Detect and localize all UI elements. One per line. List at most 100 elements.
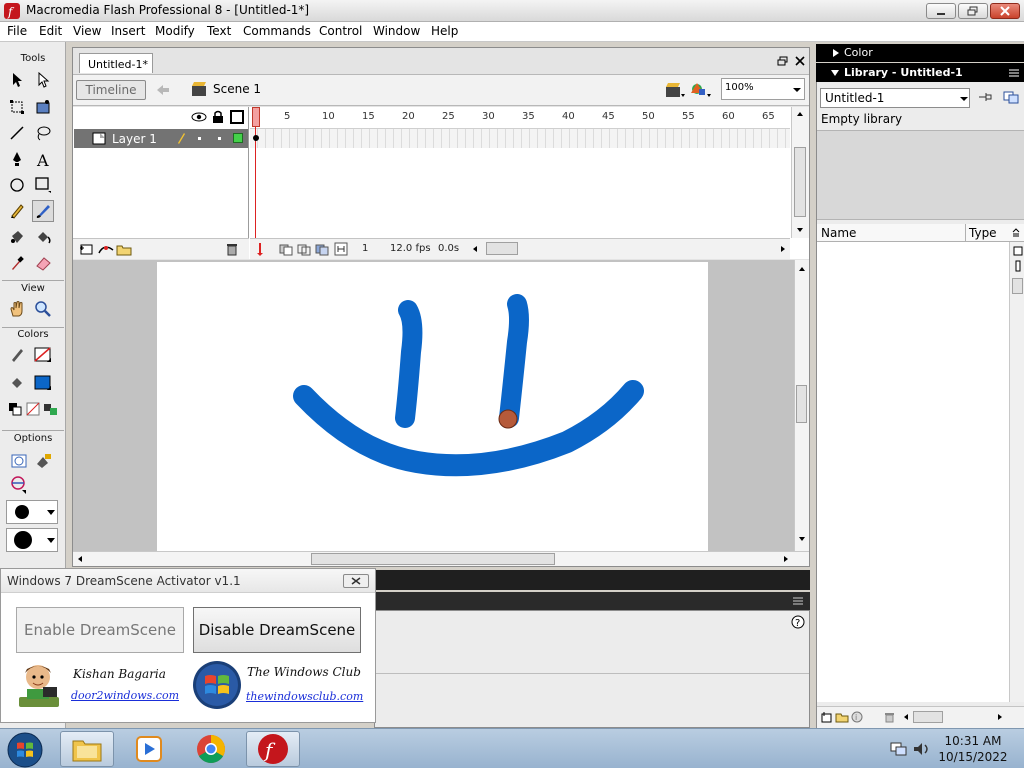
scroll-right-icon[interactable] [780,245,786,253]
new-symbol-icon[interactable] [821,711,833,723]
eraser-tool[interactable] [32,252,54,274]
onion-skin-icon[interactable] [278,242,294,256]
sort-order-icon[interactable] [1011,228,1021,238]
menu-file[interactable]: File [7,24,27,38]
thewindowsclub-link[interactable]: thewindowsclub.com [246,690,363,703]
zoom-tool[interactable] [32,298,54,320]
brush-tool[interactable] [32,200,54,222]
system-clock[interactable]: 10:31 AM 10/15/2022 [936,733,1010,765]
restore-button[interactable] [958,3,988,19]
brush-option-button[interactable] [8,474,30,496]
stage-hscroll-thumb[interactable] [311,553,555,565]
back-arrow-icon[interactable] [155,83,171,97]
layer-visible-dot[interactable] [198,137,201,140]
modify-onion-markers-icon[interactable] [334,242,348,256]
outline-layers-icon[interactable] [230,110,244,124]
taskbar-media-player[interactable] [122,731,176,767]
add-motion-guide-icon[interactable] [97,242,115,256]
taskbar-explorer[interactable] [60,731,114,767]
insert-folder-icon[interactable] [115,242,133,256]
stroke-color-swatch[interactable] [32,344,54,366]
timeline-hscroll-thumb[interactable] [486,242,518,255]
disable-dreamscene-button[interactable]: Disable DreamScene [193,607,361,653]
center-frame-icon[interactable] [254,242,266,256]
scroll-left-icon[interactable] [903,713,909,721]
hand-tool[interactable] [6,298,28,320]
enable-dreamscene-button[interactable]: Enable DreamScene [16,607,184,653]
edit-symbols-icon[interactable] [691,81,713,99]
lock-layers-icon[interactable] [212,110,224,124]
brush-shape-select[interactable] [6,528,58,552]
pencil-tool[interactable] [6,200,28,222]
layer-row[interactable]: Layer 1 [74,129,248,148]
edit-scene-icon[interactable] [665,81,687,99]
doc-close-button[interactable] [795,56,805,66]
smiley-drawing[interactable] [157,262,708,551]
rectangle-tool[interactable] [32,174,54,196]
frame-ruler[interactable]: 1 5 10 15 20 25 30 35 40 45 50 55 60 65 [250,107,790,129]
taskbar-flash[interactable]: f [246,731,300,767]
ink-bottle-tool[interactable] [6,226,28,248]
menu-view[interactable]: View [73,24,101,38]
doc-restore-button[interactable] [777,56,789,66]
keyframe-dot[interactable] [253,135,259,141]
color-panel-header[interactable]: Color [816,44,1024,62]
stage-vertical-scrollbar[interactable] [794,260,809,551]
timeline-vertical-scrollbar[interactable] [791,107,809,238]
library-item-list[interactable] [817,242,1009,702]
library-hscroll-thumb[interactable] [913,711,943,723]
swap-colors-button[interactable] [40,398,62,420]
subselection-tool[interactable] [32,69,54,91]
menu-insert[interactable]: Insert [111,24,145,38]
scroll-left-icon[interactable] [472,245,478,253]
stage-canvas[interactable] [157,262,708,551]
panel-options-icon[interactable] [792,596,804,606]
column-name[interactable]: Name [821,226,856,240]
dreamscene-close-button[interactable] [343,574,369,588]
lock-fill-button[interactable] [32,450,54,472]
menu-commands[interactable]: Commands [243,24,311,38]
panel-options-icon[interactable] [1008,68,1020,78]
menu-edit[interactable]: Edit [39,24,62,38]
zoom-select[interactable]: 100% [721,78,805,100]
stage-scroll-thumb[interactable] [796,385,807,423]
properties-collapse-bar[interactable] [374,570,810,590]
door2windows-link[interactable]: door2windows.com [71,689,179,702]
pin-library-icon[interactable] [977,90,993,104]
pen-tool[interactable] [6,148,28,170]
eyedropper-tool[interactable] [6,252,28,274]
start-button[interactable] [6,731,44,768]
wide-view-icon[interactable] [1013,246,1023,256]
timeline-scroll-thumb[interactable] [794,147,806,217]
delete-symbol-icon[interactable] [883,711,895,723]
fill-color-swatch[interactable] [32,372,54,394]
brush-mode-button[interactable] [8,450,30,472]
lasso-tool[interactable] [32,122,54,144]
layer-lock-dot[interactable] [218,137,221,140]
minimize-button[interactable] [926,3,956,19]
library-vertical-scrollbar[interactable] [1009,242,1024,702]
menu-modify[interactable]: Modify [155,24,195,38]
timeline-toggle-button[interactable]: Timeline [76,80,146,100]
paint-bucket-tool[interactable] [32,226,54,248]
column-type[interactable]: Type [969,226,997,240]
oval-tool[interactable] [6,174,28,196]
show-hide-layers-icon[interactable] [191,111,207,123]
properties-icon[interactable]: i [851,711,863,723]
line-tool[interactable] [6,122,28,144]
volume-tray-icon[interactable] [912,741,932,757]
flash-app-icon[interactable]: f [4,3,20,19]
delete-layer-icon[interactable] [225,242,239,256]
document-tab[interactable]: Untitled-1* [79,53,153,73]
insert-layer-icon[interactable] [79,242,95,256]
free-transform-tool[interactable] [6,96,28,118]
narrow-view-icon[interactable] [1013,260,1023,272]
close-button[interactable] [990,3,1020,19]
frame-cells[interactable] [250,129,790,148]
taskbar-chrome[interactable] [184,731,238,767]
new-library-panel-icon[interactable] [1003,90,1019,104]
menu-help[interactable]: Help [431,24,458,38]
text-tool[interactable]: A [32,148,54,170]
menu-window[interactable]: Window [373,24,420,38]
stroke-color-tool[interactable] [6,344,28,366]
